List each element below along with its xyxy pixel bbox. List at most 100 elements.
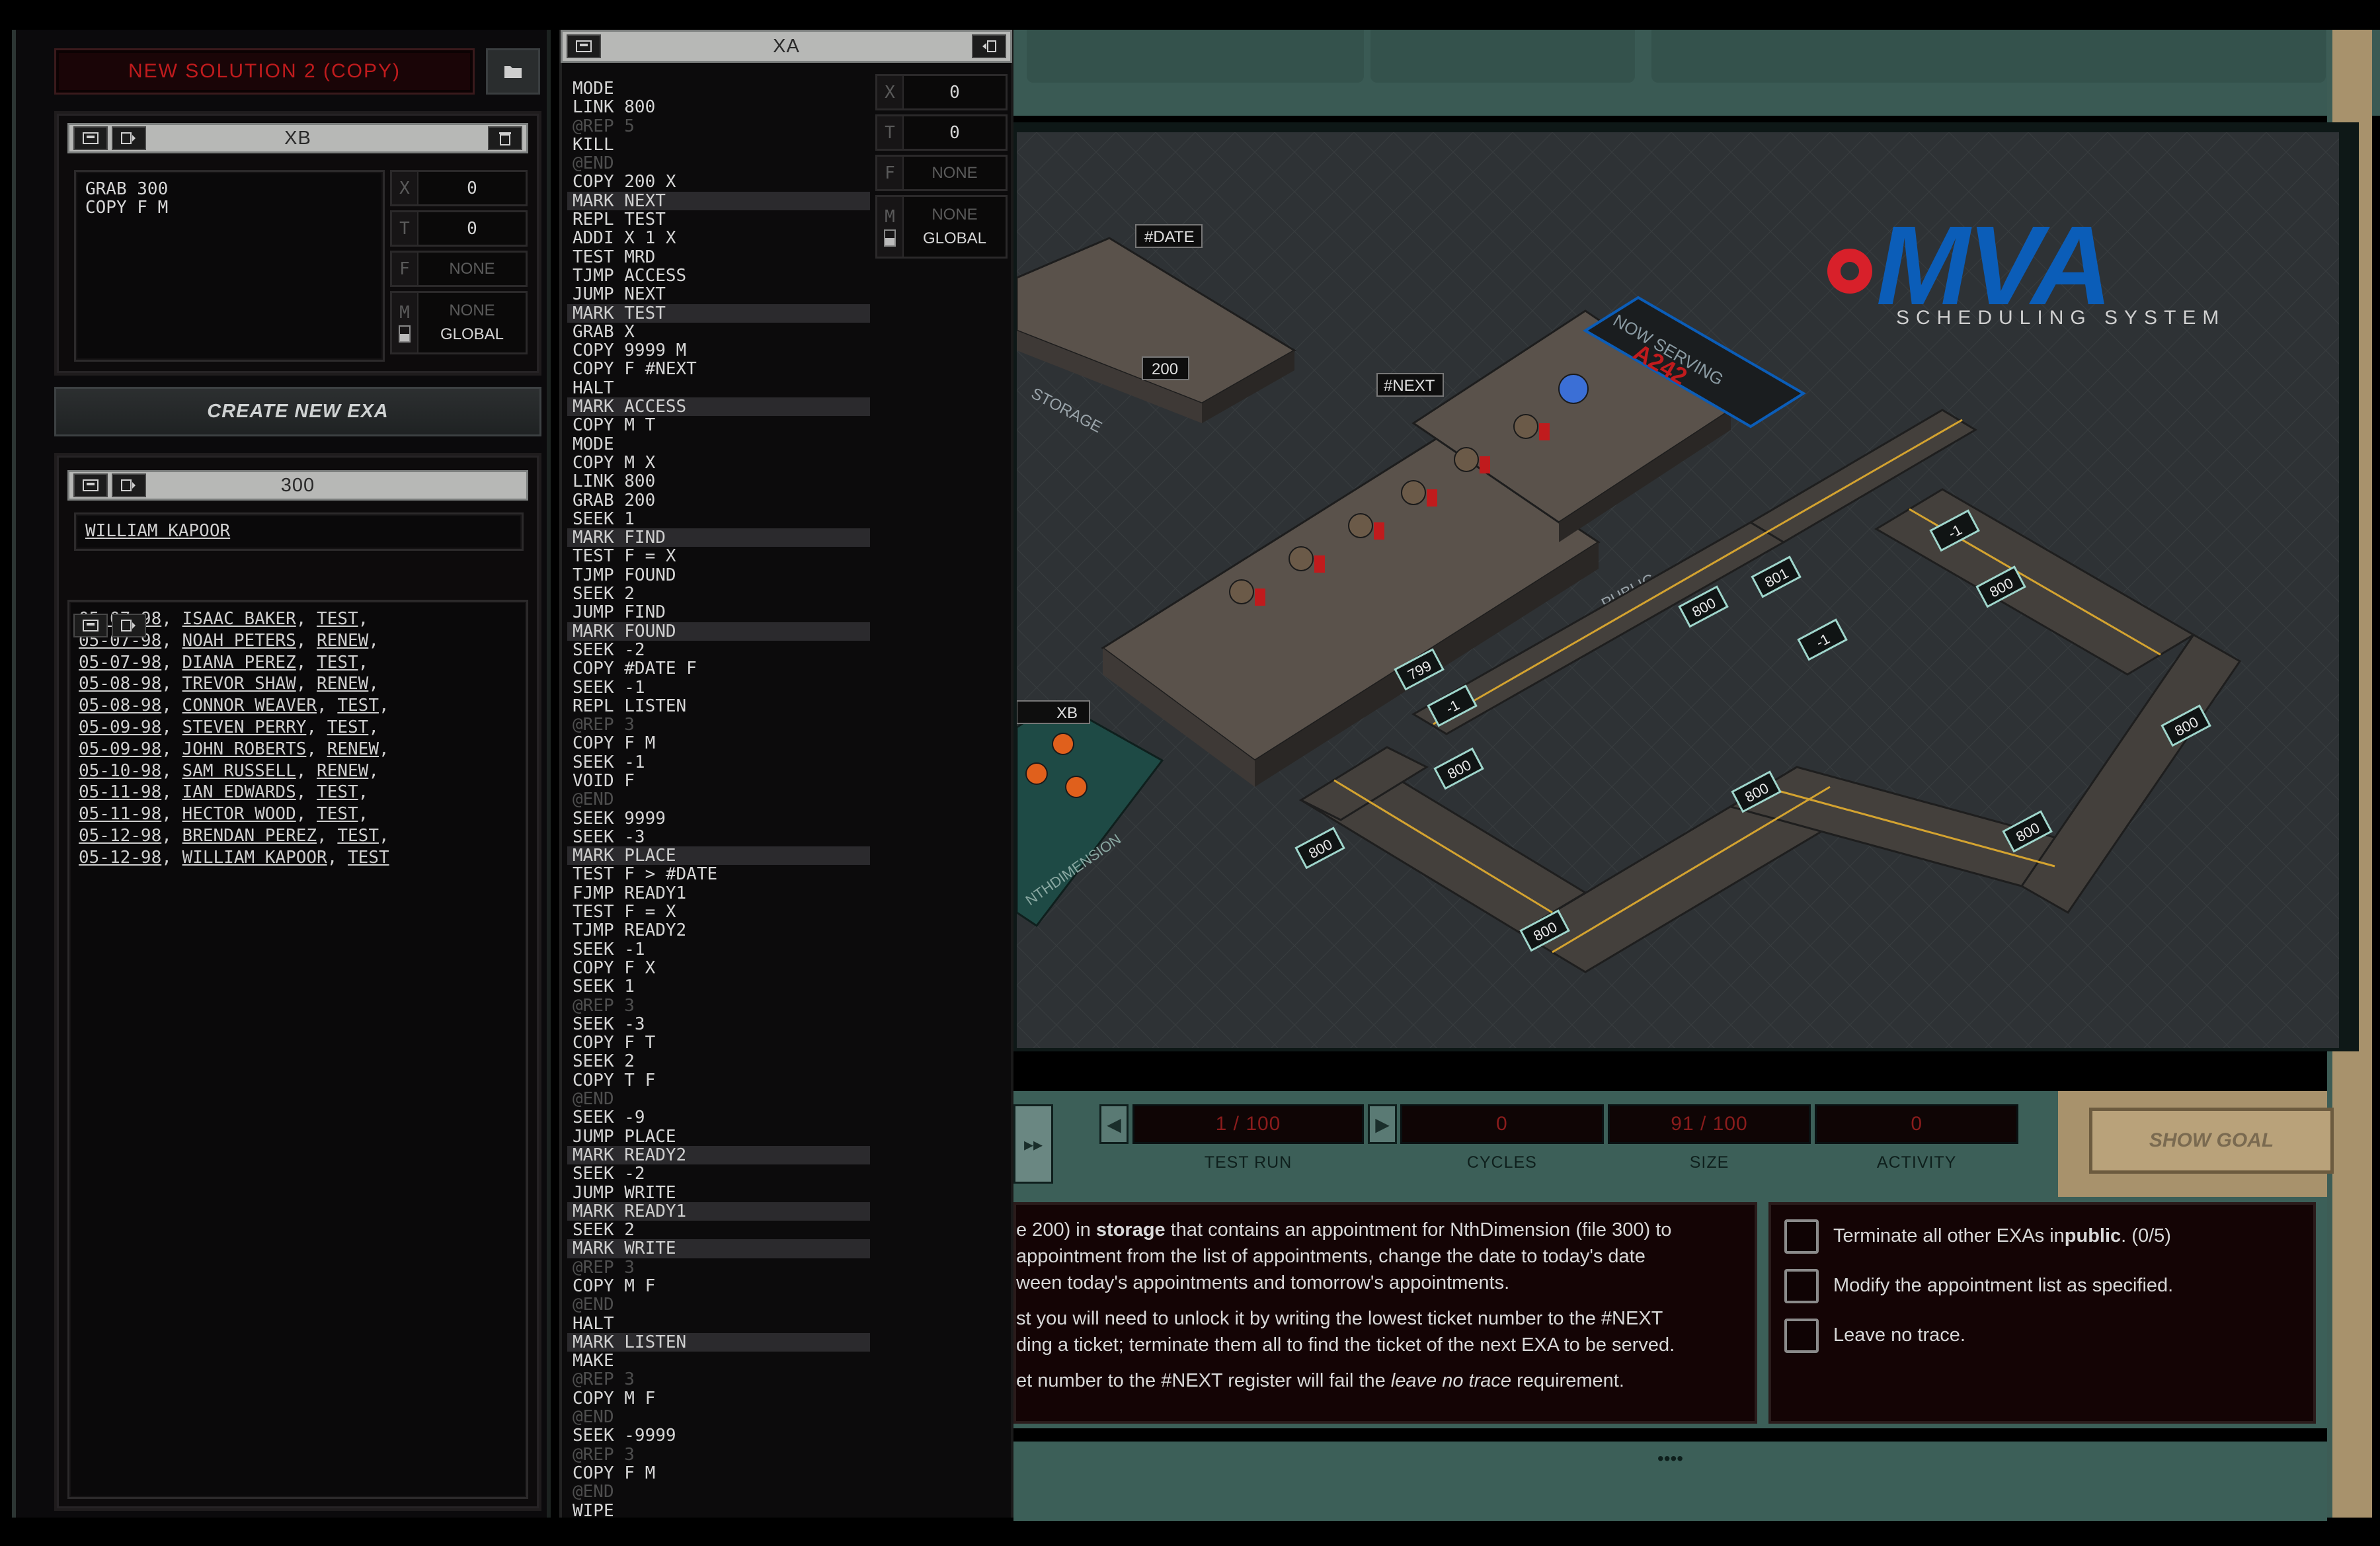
code-line[interactable]: KILL	[567, 136, 870, 155]
code-line[interactable]: SEEK -9	[567, 1108, 870, 1127]
file-200-save-button[interactable]	[73, 614, 108, 637]
code-line[interactable]: FJMP READY1	[567, 883, 870, 903]
file-200-cell-name[interactable]: JOHN ROBERTS	[182, 739, 307, 759]
file-200-cell-type[interactable]: RENEW	[317, 761, 368, 781]
file-300-content[interactable]: WILLIAM KAPOOR	[74, 512, 524, 551]
file-tag-date[interactable]: #DATE	[1135, 224, 1203, 248]
prev-test-button[interactable]: ◀	[1099, 1104, 1129, 1144]
file-200-cell-name[interactable]: IAN EDWARDS	[182, 782, 296, 802]
code-line[interactable]: JUMP NEXT	[567, 285, 870, 304]
code-line[interactable]: COPY 200 X	[567, 173, 870, 192]
code-line[interactable]: GRAB X	[567, 323, 870, 342]
file-300-collapse-button[interactable]	[112, 473, 146, 497]
file-200-cell-date[interactable]: 05-12-98	[79, 826, 161, 846]
code-line[interactable]: @END	[567, 1408, 870, 1427]
code-line[interactable]: LINK 800	[567, 472, 870, 491]
code-line[interactable]: SEEK 1	[567, 510, 870, 529]
code-line[interactable]: @END	[567, 1483, 870, 1502]
file-200-cell-date[interactable]: 05-12-98	[79, 848, 161, 868]
code-line[interactable]: TEST F = X	[567, 547, 870, 566]
code-line[interactable]: COPY F T	[567, 1034, 870, 1053]
code-line[interactable]: @REP 5	[567, 116, 870, 136]
code-line[interactable]: COPY 9999 M	[567, 341, 870, 360]
code-line[interactable]: MARK WRITE	[567, 1239, 870, 1258]
exa-xa-expand-button[interactable]	[972, 34, 1006, 58]
show-goal-button[interactable]: SHOW GOAL	[2089, 1108, 2334, 1174]
code-line[interactable]: COPY M T	[567, 416, 870, 435]
file-200-cell-type[interactable]: RENEW	[317, 631, 368, 651]
exa-xa-save-button[interactable]	[567, 34, 601, 58]
code-line[interactable]: SEEK -3	[567, 1015, 870, 1034]
code-line[interactable]: MARK ACCESS	[567, 397, 870, 416]
file-200-cell-name[interactable]: BRENDAN PEREZ	[182, 826, 317, 846]
code-line[interactable]: COPY F M	[567, 734, 870, 753]
code-line[interactable]: MARK READY1	[567, 1202, 870, 1221]
code-line[interactable]: @END	[567, 790, 870, 809]
code-line[interactable]: SEEK 1	[567, 977, 870, 997]
delete-button[interactable]	[488, 126, 522, 150]
next-test-button[interactable]: ▶	[1368, 1104, 1397, 1144]
file-200-cell-name[interactable]: HECTOR WOOD	[182, 804, 296, 824]
file-200-cell-date[interactable]: 05-07-98	[79, 653, 161, 672]
code-line[interactable]: COPY F M	[567, 1464, 870, 1483]
file-200-cell-name[interactable]: CONNOR WEAVER	[182, 696, 317, 715]
file-200-cell-type[interactable]: TEST	[317, 609, 358, 629]
code-line[interactable]: MODE	[567, 79, 870, 98]
file-tag-next[interactable]: #NEXT	[1376, 373, 1444, 397]
file-200-cell-name[interactable]: DIANA PEREZ	[182, 653, 296, 672]
code-line[interactable]: COPY F #NEXT	[567, 360, 870, 379]
code-line[interactable]: MARK LISTEN	[567, 1333, 870, 1352]
code-line[interactable]: MAKE	[567, 1352, 870, 1371]
code-line[interactable]: @REP 3	[567, 996, 870, 1015]
code-line[interactable]: JUMP FIND	[567, 603, 870, 622]
code-line[interactable]: @REP 3	[567, 1445, 870, 1464]
code-line[interactable]: COPY T F	[567, 1071, 870, 1090]
code-line[interactable]: JUMP PLACE	[567, 1127, 870, 1146]
code-line[interactable]: COPY F X	[567, 959, 870, 978]
code-line[interactable]: REPL TEST	[567, 210, 870, 229]
code-line[interactable]: COPY M X	[567, 454, 870, 473]
code-line[interactable]: SEEK -9999	[567, 1426, 870, 1445]
code-line[interactable]: TEST F > #DATE	[567, 865, 870, 884]
file-200-cell-type[interactable]: TEST	[317, 804, 358, 824]
collapse-button[interactable]	[112, 126, 146, 150]
code-line[interactable]: SEEK -1	[567, 940, 870, 959]
file-200-cell-type[interactable]: TEST	[348, 848, 389, 868]
code-line[interactable]: @REP 3	[567, 715, 870, 735]
file-200-cell-type[interactable]: TEST	[337, 696, 379, 715]
code-line[interactable]: TEST F = X	[567, 903, 870, 922]
file-200-cell-date[interactable]: 05-09-98	[79, 717, 161, 737]
exa-xb-marker[interactable]: XB	[1017, 700, 1090, 724]
file-200-cell-name[interactable]: TREVOR SHAW	[182, 674, 296, 694]
code-line[interactable]: GRAB 200	[567, 491, 870, 510]
code-line[interactable]: COPY M F	[567, 1277, 870, 1296]
file-200-cell-date[interactable]: 05-08-98	[79, 696, 161, 715]
code-line[interactable]: SEEK -1	[567, 753, 870, 772]
code-line[interactable]: REPL LISTEN	[567, 696, 870, 715]
code-line[interactable]: @END	[567, 1090, 870, 1109]
file-200-content[interactable]: 05-07-98, ISAAC BAKER, TEST,05-07-98, NO…	[67, 600, 528, 1499]
file-200-cell-date[interactable]: 05-08-98	[79, 674, 161, 694]
code-line[interactable]: @END	[567, 1295, 870, 1315]
file-200-cell-type[interactable]: RENEW	[327, 739, 379, 759]
code-line[interactable]: MARK FOUND	[567, 622, 870, 641]
code-line[interactable]: TJMP READY2	[567, 921, 870, 940]
file-200-cell-type[interactable]: TEST	[317, 653, 358, 672]
bottom-handle[interactable]: ••••	[1013, 1448, 2327, 1469]
code-line[interactable]: HALT	[567, 378, 870, 397]
file-300-value[interactable]: WILLIAM KAPOOR	[85, 521, 230, 541]
file-200-cell-date[interactable]: 05-10-98	[79, 761, 161, 781]
file-200-cell-name[interactable]: WILLIAM KAPOOR	[182, 848, 327, 868]
step-button[interactable]: ▸▸	[1013, 1104, 1053, 1184]
file-200-cell-name[interactable]: NOAH PETERS	[182, 631, 296, 651]
code-line[interactable]: SEEK 2	[567, 1052, 870, 1071]
file-200-cell-type[interactable]: RENEW	[317, 674, 368, 694]
file-200-cell-date[interactable]: 05-09-98	[79, 739, 161, 759]
code-line[interactable]: ADDI X 1 X	[567, 229, 870, 248]
code-line[interactable]: LINK 800	[567, 98, 870, 117]
exa-xb-code-editor[interactable]: GRAB 300 COPY F M	[74, 170, 385, 362]
register-m[interactable]: M NONE GLOBAL	[875, 195, 1008, 259]
file-200-cell-date[interactable]: 05-11-98	[79, 804, 161, 824]
code-line[interactable]: SEEK 2	[567, 1221, 870, 1240]
folder-button[interactable]	[486, 48, 540, 95]
